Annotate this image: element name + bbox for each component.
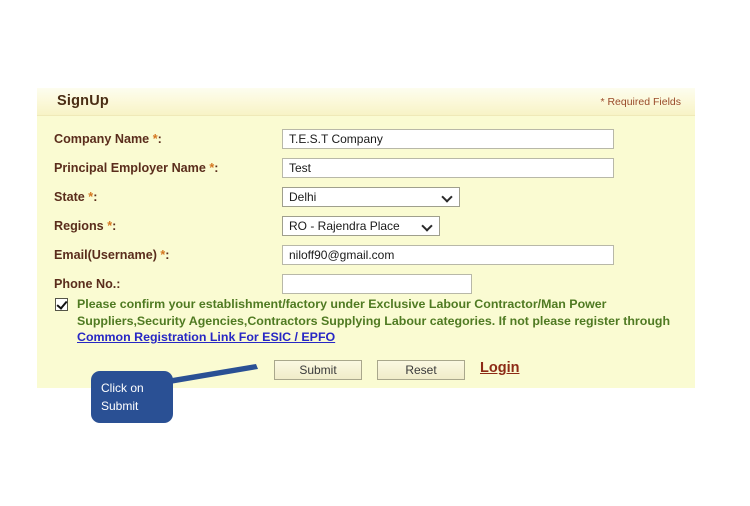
state-select[interactable]: Delhi — [282, 187, 460, 207]
label-phone-no: Phone No.: — [54, 277, 121, 291]
label-email-username: Email(Username) *: — [54, 248, 170, 262]
regions-select[interactable]: RO - Rajendra Place — [282, 216, 440, 236]
label-regions: Regions *: — [54, 219, 117, 233]
callout-line-2: Submit — [101, 399, 139, 413]
required-fields-note: * Required Fields — [600, 96, 681, 108]
label-state: State *: — [54, 190, 98, 204]
company-name-input[interactable] — [282, 129, 614, 149]
callout-text: Click on Submit — [101, 379, 171, 415]
reset-button[interactable]: Reset — [377, 360, 465, 380]
label-principal-employer-name: Principal Employer Name *: — [54, 161, 219, 175]
consent-text-body: Please confirm your establishment/factor… — [77, 297, 671, 328]
required-asterisk: * — [107, 219, 113, 233]
regions-select-value: RO - Rajendra Place — [289, 219, 400, 233]
chevron-down-icon — [443, 193, 452, 199]
form-row-company-name: Company Name *: — [37, 128, 695, 157]
form-row-email-username: Email(Username) *: — [37, 244, 695, 273]
submit-button[interactable]: Submit — [274, 360, 362, 380]
form-row-state: State *: Delhi — [37, 186, 695, 215]
consent-checkbox[interactable] — [55, 298, 68, 311]
form-row-regions: Regions *: RO - Rajendra Place — [37, 215, 695, 244]
form-row-principal-employer-name: Principal Employer Name *: — [37, 157, 695, 186]
required-asterisk: * — [88, 190, 94, 204]
click-on-submit-callout: Click on Submit — [91, 371, 173, 423]
callout-line-1: Click on — [101, 381, 144, 395]
page-title: SignUp — [57, 93, 109, 109]
chevron-down-icon — [423, 222, 432, 228]
consent-block: Please confirm your establishment/factor… — [37, 296, 677, 346]
callout-arrow — [160, 364, 258, 385]
required-asterisk: * — [160, 248, 166, 262]
signup-form-panel: SignUp * Required Fields Company Name *:… — [37, 88, 695, 388]
consent-text: Please confirm your establishment/factor… — [77, 296, 687, 346]
login-link[interactable]: Login — [480, 360, 519, 376]
common-registration-link[interactable]: Common Registration Link For ESIC / EPFO — [77, 330, 335, 344]
principal-employer-name-input[interactable] — [282, 158, 614, 178]
email-username-input[interactable] — [282, 245, 614, 265]
required-asterisk: * — [152, 132, 158, 146]
panel-header: SignUp * Required Fields — [37, 88, 695, 116]
label-company-name: Company Name *: — [54, 132, 162, 146]
required-asterisk: * — [209, 161, 215, 175]
state-select-value: Delhi — [289, 190, 317, 204]
phone-no-input[interactable] — [282, 274, 472, 294]
